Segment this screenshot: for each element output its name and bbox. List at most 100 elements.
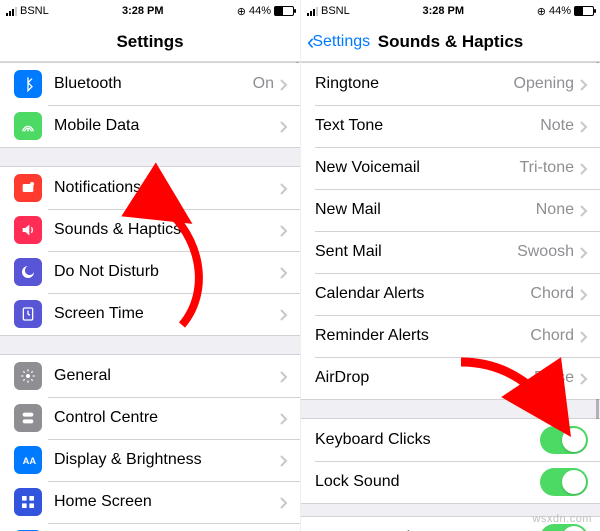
chevron-right-icon (280, 496, 288, 508)
row-label: Display & Brightness (54, 451, 280, 469)
chevron-right-icon (580, 204, 588, 216)
row-label: AirDrop (315, 369, 534, 387)
dnd-icon (14, 258, 42, 286)
gear-icon (14, 362, 42, 390)
chevron-right-icon (280, 224, 288, 236)
row-value: Opening (514, 75, 575, 93)
settings-row-notifications[interactable]: Notifications (0, 167, 300, 209)
carrier-label: BSNL (20, 5, 49, 17)
row-label: Lock Sound (315, 473, 540, 491)
toggle-switch[interactable] (540, 426, 588, 454)
settings-row-mobile-data[interactable]: Mobile Data (0, 105, 300, 147)
status-bar: BSNL 3:28 PM ⊕ 44% (301, 0, 600, 22)
carrier-label: BSNL (321, 5, 350, 17)
settings-row-do-not-disturb[interactable]: Do Not Disturb (0, 251, 300, 293)
toggle-switch[interactable] (540, 468, 588, 496)
chevron-right-icon (280, 120, 288, 132)
toggle-switch[interactable] (540, 524, 588, 531)
chevron-right-icon (280, 412, 288, 424)
row-label: Sent Mail (315, 243, 517, 261)
chevron-right-icon (580, 78, 588, 90)
chevron-right-icon (280, 78, 288, 90)
settings-row-calendar-alerts[interactable]: Calendar AlertsChord (301, 273, 600, 315)
chevron-right-icon (580, 330, 588, 342)
row-label: Text Tone (315, 117, 540, 135)
chevron-right-icon (280, 266, 288, 278)
row-label: Bluetooth (54, 75, 253, 93)
chevron-right-icon (580, 288, 588, 300)
nav-bar: ‹ Settings Sounds & Haptics (301, 22, 600, 62)
row-label: Home Screen (54, 493, 280, 511)
row-value: Note (540, 117, 574, 135)
row-label: Notifications (54, 179, 280, 197)
row-label: Sounds & Haptics (54, 221, 280, 239)
battery-percent: 44% (549, 5, 571, 17)
chevron-right-icon (280, 454, 288, 466)
sounds-haptics-screen: BSNL 3:28 PM ⊕ 44% ‹ Settings Sounds & H… (300, 0, 600, 531)
chevron-right-icon (280, 182, 288, 194)
row-value: Chord (530, 285, 574, 303)
row-label: Screen Time (54, 305, 280, 323)
back-button[interactable]: ‹ Settings (307, 31, 370, 53)
sounds-icon (14, 216, 42, 244)
chevron-right-icon (580, 120, 588, 132)
settings-row-accessibility[interactable]: Accessibility (0, 523, 300, 531)
row-value: Chord (530, 327, 574, 345)
sounds-list[interactable]: RingtoneOpeningText ToneNoteNew Voicemai… (301, 62, 600, 531)
screentime-icon (14, 300, 42, 328)
row-value: On (253, 75, 274, 93)
battery-percent: 44% (249, 5, 271, 17)
settings-screen: BSNL 3:28 PM ⊕ 44% Settings BluetoothOnM… (0, 0, 300, 531)
settings-row-new-voicemail[interactable]: New VoicemailTri-tone (301, 147, 600, 189)
chevron-right-icon (580, 162, 588, 174)
battery-icon (274, 6, 294, 16)
settings-row-airdrop[interactable]: AirDropPulse (301, 357, 600, 399)
row-value: None (536, 201, 574, 219)
antenna-icon (14, 112, 42, 140)
nav-title: Sounds & Haptics (378, 32, 523, 52)
toggle-row-lock-sound: Lock Sound (301, 461, 600, 503)
row-label: Calendar Alerts (315, 285, 530, 303)
settings-row-display-brightness[interactable]: AADisplay & Brightness (0, 439, 300, 481)
control-centre-icon (14, 404, 42, 432)
chevron-right-icon (280, 370, 288, 382)
signal-icon (6, 6, 17, 16)
settings-row-new-mail[interactable]: New MailNone (301, 189, 600, 231)
toggle-row-keyboard-clicks: Keyboard Clicks (301, 419, 600, 461)
back-label: Settings (312, 33, 370, 51)
settings-list[interactable]: BluetoothOnMobile Data NotificationsSoun… (0, 62, 300, 531)
row-label: Keyboard Clicks (315, 431, 540, 449)
chevron-right-icon (280, 308, 288, 320)
row-value: Pulse (534, 369, 574, 387)
alarm-icon: ⊕ (237, 5, 246, 18)
settings-row-sent-mail[interactable]: Sent MailSwoosh (301, 231, 600, 273)
nav-title: Settings (116, 32, 183, 52)
alarm-icon: ⊕ (537, 5, 546, 18)
home-icon (14, 488, 42, 516)
bluetooth-icon (14, 70, 42, 98)
status-bar: BSNL 3:28 PM ⊕ 44% (0, 0, 300, 22)
settings-row-ringtone[interactable]: RingtoneOpening (301, 63, 600, 105)
signal-icon (307, 6, 318, 16)
status-time: 3:28 PM (422, 5, 464, 17)
settings-row-text-tone[interactable]: Text ToneNote (301, 105, 600, 147)
row-label: New Voicemail (315, 159, 519, 177)
row-value: Tri-tone (519, 159, 574, 177)
battery-icon (574, 6, 594, 16)
row-label: Do Not Disturb (54, 263, 280, 281)
nav-bar: Settings (0, 22, 300, 62)
settings-row-home-screen[interactable]: Home Screen (0, 481, 300, 523)
row-label: Control Centre (54, 409, 280, 427)
settings-row-bluetooth[interactable]: BluetoothOn (0, 63, 300, 105)
settings-row-control-centre[interactable]: Control Centre (0, 397, 300, 439)
settings-row-sounds-haptics[interactable]: Sounds & Haptics (0, 209, 300, 251)
watermark: wsxdn.com (532, 513, 592, 525)
row-label: New Mail (315, 201, 536, 219)
settings-row-general[interactable]: General (0, 355, 300, 397)
settings-row-screen-time[interactable]: Screen Time (0, 293, 300, 335)
chevron-right-icon (580, 372, 588, 384)
chevron-right-icon (580, 246, 588, 258)
row-value: Swoosh (517, 243, 574, 261)
settings-row-reminder-alerts[interactable]: Reminder AlertsChord (301, 315, 600, 357)
row-label: Ringtone (315, 75, 514, 93)
